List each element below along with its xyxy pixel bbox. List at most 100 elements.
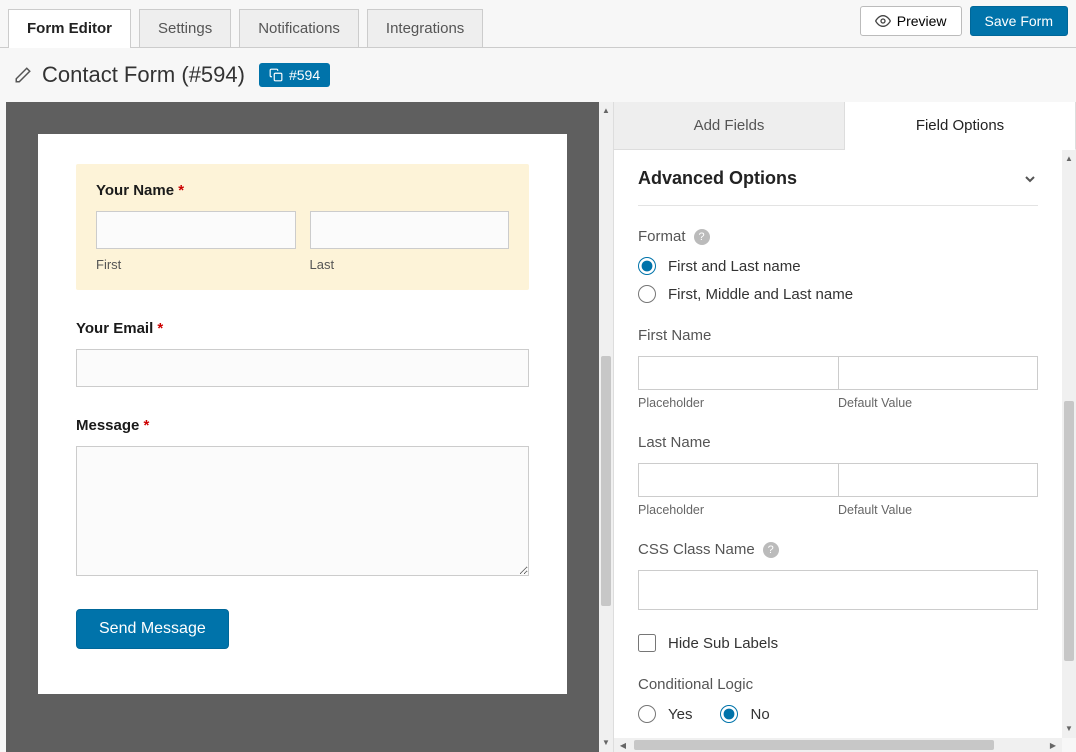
field-email-label: Your Email * [76, 320, 529, 337]
advanced-options-title: Advanced Options [638, 168, 797, 189]
logic-no-label: No [750, 706, 769, 723]
field-name[interactable]: Your Name * First Last [76, 164, 529, 290]
hide-sublabels[interactable]: Hide Sub Labels [638, 634, 1038, 652]
help-icon[interactable]: ? [694, 229, 710, 245]
tab-settings-label: Settings [158, 20, 212, 37]
tab-settings[interactable]: Settings [139, 9, 231, 47]
save-form-button[interactable]: Save Form [970, 6, 1068, 36]
scroll-track[interactable] [630, 738, 1046, 752]
preview-vertical-scrollbar[interactable]: ▲ ▼ [599, 102, 613, 752]
shortcode-badge[interactable]: #594 [259, 63, 330, 87]
form-card: Your Name * First Last [38, 134, 567, 694]
tab-field-options[interactable]: Field Options [845, 102, 1076, 150]
last-name-sublabel: Last [310, 257, 510, 272]
email-input[interactable] [76, 349, 529, 387]
advanced-options-header[interactable]: Advanced Options [638, 168, 1038, 206]
hide-sublabels-group: Hide Sub Labels [638, 634, 1038, 652]
submit-button-label: Send Message [99, 620, 206, 638]
last-name-default-caption: Default Value [838, 503, 1038, 517]
logic-radio-yes[interactable] [638, 705, 656, 723]
logic-no[interactable]: No [720, 705, 769, 723]
scroll-thumb[interactable] [601, 356, 611, 606]
conditional-logic-label: Conditional Logic [638, 676, 1038, 693]
format-opt-first-middle-last[interactable]: First, Middle and Last name [638, 285, 1038, 303]
css-class-group: CSS Class Name ? [638, 541, 1038, 610]
topbar-actions: Preview Save Form [860, 6, 1068, 36]
tab-notifications-label: Notifications [258, 20, 340, 37]
css-class-label-text: CSS Class Name [638, 541, 755, 558]
title-row: Contact Form (#594) #594 [0, 48, 1076, 102]
format-opt-first-last[interactable]: First and Last name [638, 257, 1038, 275]
required-mark: * [178, 182, 184, 199]
format-opt-first-last-label: First and Last name [668, 258, 801, 275]
options-vertical-scrollbar[interactable]: ▲ ▼ [1062, 150, 1076, 738]
first-name-group: First Name Placeholder Default Value [638, 327, 1038, 410]
first-name-placeholder-caption: Placeholder [638, 396, 838, 410]
logic-yes-label: Yes [668, 706, 692, 723]
logic-radio-no[interactable] [720, 705, 738, 723]
logic-yes[interactable]: Yes [638, 705, 692, 723]
tab-notifications[interactable]: Notifications [239, 9, 359, 47]
scroll-down-icon[interactable]: ▼ [1065, 722, 1073, 736]
first-name-default-caption: Default Value [838, 396, 1038, 410]
first-name-default-input[interactable] [838, 356, 1039, 390]
scroll-thumb[interactable] [1064, 401, 1074, 661]
first-name-input[interactable] [96, 211, 296, 249]
last-name-input[interactable] [310, 211, 510, 249]
pencil-icon[interactable] [14, 66, 32, 84]
save-form-button-label: Save Form [985, 13, 1053, 29]
main-tabs: Form Editor Settings Notifications Integ… [8, 9, 483, 47]
scroll-track[interactable] [1062, 166, 1076, 722]
main-area: Your Name * First Last [0, 102, 1076, 752]
tab-field-options-label: Field Options [916, 117, 1004, 134]
hide-sublabels-checkbox[interactable] [638, 634, 656, 652]
scroll-right-icon[interactable]: ▶ [1046, 741, 1060, 750]
tab-integrations-label: Integrations [386, 20, 464, 37]
tab-integrations[interactable]: Integrations [367, 9, 483, 47]
eye-icon [875, 13, 891, 29]
shortcode-badge-text: #594 [289, 67, 320, 83]
scroll-up-icon[interactable]: ▲ [1065, 152, 1073, 166]
scroll-up-icon[interactable]: ▲ [602, 104, 610, 118]
field-message[interactable]: Message * [76, 417, 529, 579]
scroll-left-icon[interactable]: ◀ [616, 741, 630, 750]
preview-button-label: Preview [897, 13, 947, 29]
top-nav: Form Editor Settings Notifications Integ… [0, 0, 1076, 48]
form-title: Contact Form (#594) [14, 62, 245, 88]
field-name-label: Your Name * [96, 182, 509, 199]
help-icon[interactable]: ? [763, 542, 779, 558]
message-input[interactable] [76, 446, 529, 576]
last-name-default-input[interactable] [838, 463, 1039, 497]
first-name-sublabel: First [96, 257, 296, 272]
field-email[interactable]: Your Email * [76, 320, 529, 387]
format-radio-first-middle-last[interactable] [638, 285, 656, 303]
copy-icon [269, 68, 283, 82]
form-preview-viewport[interactable]: Your Name * First Last [6, 102, 599, 752]
css-class-input[interactable] [638, 570, 1038, 610]
css-class-label: CSS Class Name ? [638, 541, 1038, 558]
right-tabs: Add Fields Field Options [614, 102, 1076, 150]
scroll-track[interactable] [599, 118, 613, 736]
right-panel: Add Fields Field Options Advanced Option… [614, 102, 1076, 752]
required-mark: * [157, 320, 163, 337]
tab-form-editor-label: Form Editor [27, 20, 112, 37]
first-name-placeholder-input[interactable] [638, 356, 838, 390]
tab-add-fields[interactable]: Add Fields [614, 102, 845, 149]
required-mark: * [144, 417, 150, 434]
submit-button[interactable]: Send Message [76, 609, 229, 649]
format-radio-first-last[interactable] [638, 257, 656, 275]
form-title-text: Contact Form (#594) [42, 62, 245, 88]
format-label-text: Format [638, 228, 686, 245]
last-name-group: Last Name Placeholder Default Value [638, 434, 1038, 517]
chevron-down-icon [1022, 171, 1038, 187]
first-name-option-label: First Name [638, 327, 1038, 344]
scroll-thumb[interactable] [634, 740, 994, 750]
last-name-placeholder-input[interactable] [638, 463, 838, 497]
preview-button[interactable]: Preview [860, 6, 962, 36]
tab-add-fields-label: Add Fields [694, 117, 765, 134]
last-name-placeholder-caption: Placeholder [638, 503, 838, 517]
options-horizontal-scrollbar[interactable]: ◀ ▶ [614, 738, 1062, 752]
field-name-label-text: Your Name [96, 182, 174, 199]
conditional-logic-group: Conditional Logic Yes No [638, 676, 1038, 733]
tab-form-editor[interactable]: Form Editor [8, 9, 131, 47]
